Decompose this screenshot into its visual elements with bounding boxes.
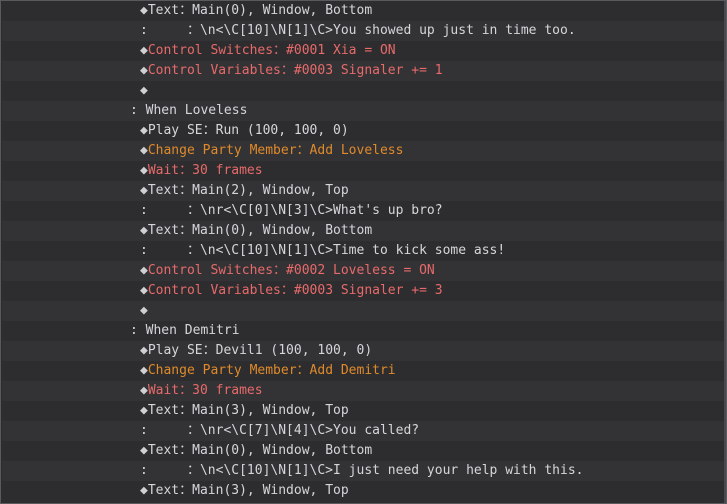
command-line: ◆Text：Main(0), Window, Bottom xyxy=(140,1,372,21)
command-row[interactable]: : ：\n<\C[10]\N[1]\C>You showed up just i… xyxy=(2,21,725,41)
event-command-list[interactable]: ◆Text：Main(0), Window, Bottom: ：\n<\C[10… xyxy=(0,0,727,504)
command-row[interactable]: : When Loveless xyxy=(2,101,725,121)
command-row[interactable]: : ：\nr<\C[7]\N[4]\C>You called? xyxy=(2,421,725,441)
diamond-icon: ◆ xyxy=(140,283,148,298)
command-row[interactable]: ◆Text：Main(3), Window, Top xyxy=(2,481,725,501)
command-line: ◆Change Party Member：Add Demitri xyxy=(140,361,396,381)
command-text: Text：Main(3), Window, Top xyxy=(147,483,349,498)
command-continuation: : ：\nr<\C[0]\N[3]\C>What's up bro? xyxy=(140,203,443,218)
command-line: ◆Control Variables：#0003 Signaler += 3 xyxy=(140,281,443,301)
command-text: Play SE：Devil1 (100, 100, 0) xyxy=(147,343,373,358)
command-text: Control Switches：#0001 Xia = ON xyxy=(147,43,396,58)
command-line: ◆Control Switches：#0002 Loveless = ON xyxy=(140,261,435,281)
command-row[interactable]: ◆Text：Main(2), Window, Top xyxy=(2,181,725,201)
command-text: Play SE：Run (100, 100, 0) xyxy=(147,123,349,138)
diamond-icon: ◆ xyxy=(140,363,148,378)
command-continuation: : ：\n<\C[10]\N[1]\C>I just need your hel… xyxy=(140,463,584,478)
command-text: Text：Main(0), Window, Bottom xyxy=(147,3,373,18)
diamond-icon: ◆ xyxy=(140,383,148,398)
command-line: ◆Text：Main(2), Window, Top xyxy=(140,181,349,201)
command-row[interactable]: ◆Change Party Member：Add Loveless xyxy=(2,141,725,161)
command-continuation: : ：\nr<\C[7]\N[4]\C>You called? xyxy=(140,423,420,438)
command-row[interactable]: : When Demitri xyxy=(2,321,725,341)
command-line: ◆ xyxy=(140,81,148,101)
command-row[interactable]: ◆Text：Main(0), Window, Bottom xyxy=(2,221,725,241)
command-row[interactable]: ◆Control Switches：#0001 Xia = ON xyxy=(2,41,725,61)
command-row[interactable]: ◆ xyxy=(2,81,725,101)
command-row[interactable]: ◆Text：Main(3), Window, Top xyxy=(2,401,725,421)
command-line: ◆Play SE：Run (100, 100, 0) xyxy=(140,121,349,141)
command-text: Change Party Member：Add Demitri xyxy=(147,363,396,378)
diamond-icon: ◆ xyxy=(140,163,148,178)
command-text: Wait：30 frames xyxy=(147,163,263,178)
command-line: ◆Text：Main(0), Window, Bottom xyxy=(140,441,372,461)
scrollbar-edge[interactable] xyxy=(724,1,726,503)
command-line: ◆Play SE：Devil1 (100, 100, 0) xyxy=(140,341,372,361)
command-row[interactable]: ◆Control Variables：#0003 Signaler += 3 xyxy=(2,281,725,301)
command-text: Control Variables：#0003 Signaler += 3 xyxy=(147,283,443,298)
diamond-icon: ◆ xyxy=(140,43,148,58)
command-row[interactable]: ◆Control Switches：#0002 Loveless = ON xyxy=(2,261,725,281)
diamond-icon: ◆ xyxy=(140,143,148,158)
command-row[interactable]: : ：\nr<\C[0]\N[3]\C>What's up bro? xyxy=(2,201,725,221)
diamond-icon: ◆ xyxy=(140,83,148,98)
diamond-icon: ◆ xyxy=(140,483,148,498)
command-text: Text：Main(2), Window, Top xyxy=(147,183,349,198)
command-text: Text：Main(0), Window, Bottom xyxy=(147,443,373,458)
command-text: Text：Main(3), Window, Top xyxy=(147,403,349,418)
command-text: Control Switches：#0002 Loveless = ON xyxy=(147,263,435,278)
diamond-icon: ◆ xyxy=(140,3,148,18)
command-line: ◆Wait：30 frames xyxy=(140,161,263,181)
command-row[interactable]: ◆Text：Main(0), Window, Bottom xyxy=(2,1,725,21)
command-text: Change Party Member：Add Loveless xyxy=(147,143,404,158)
command-continuation: : ：\n<\C[10]\N[1]\C>You showed up just i… xyxy=(140,23,576,38)
branch-label: : When Loveless xyxy=(130,103,248,118)
command-row[interactable]: ◆Control Variables：#0003 Signaler += 1 xyxy=(2,61,725,81)
diamond-icon: ◆ xyxy=(140,403,148,418)
command-line: ◆Control Switches：#0001 Xia = ON xyxy=(140,41,396,61)
command-row[interactable]: ◆Play SE：Devil1 (100, 100, 0) xyxy=(2,341,725,361)
command-line: ◆Change Party Member：Add Loveless xyxy=(140,141,403,161)
command-row[interactable]: ◆Text：Main(0), Window, Bottom xyxy=(2,441,725,461)
command-text: Control Variables：#0003 Signaler += 1 xyxy=(147,63,443,78)
command-row[interactable]: ◆Wait：30 frames xyxy=(2,161,725,181)
command-row[interactable]: ◆Change Party Member：Add Demitri xyxy=(2,361,725,381)
diamond-icon: ◆ xyxy=(140,263,148,278)
command-line: ◆Text：Main(3), Window, Top xyxy=(140,401,349,421)
command-row[interactable]: ◆Wait：30 frames xyxy=(2,381,725,401)
command-row[interactable]: ◆ xyxy=(2,301,725,321)
diamond-icon: ◆ xyxy=(140,303,148,318)
diamond-icon: ◆ xyxy=(140,63,148,78)
branch-label: : When Demitri xyxy=(130,323,240,338)
command-text: Text：Main(0), Window, Bottom xyxy=(147,223,373,238)
diamond-icon: ◆ xyxy=(140,443,148,458)
command-continuation: : ：\n<\C[10]\N[1]\C>Time to kick some as… xyxy=(140,243,506,258)
command-rows: ◆Text：Main(0), Window, Bottom: ：\n<\C[10… xyxy=(2,1,725,501)
command-row[interactable]: : ：\n<\C[10]\N[1]\C>I just need your hel… xyxy=(2,461,725,481)
command-line: ◆Wait：30 frames xyxy=(140,381,263,401)
diamond-icon: ◆ xyxy=(140,223,148,238)
command-line: ◆Text：Main(3), Window, Top xyxy=(140,481,349,501)
command-line: ◆Text：Main(0), Window, Bottom xyxy=(140,221,372,241)
diamond-icon: ◆ xyxy=(140,123,148,138)
diamond-icon: ◆ xyxy=(140,183,148,198)
command-text: Wait：30 frames xyxy=(147,383,263,398)
command-row[interactable]: : ：\n<\C[10]\N[1]\C>Time to kick some as… xyxy=(2,241,725,261)
diamond-icon: ◆ xyxy=(140,343,148,358)
command-row[interactable]: ◆Play SE：Run (100, 100, 0) xyxy=(2,121,725,141)
command-line: ◆Control Variables：#0003 Signaler += 1 xyxy=(140,61,443,81)
command-line: ◆ xyxy=(140,301,148,321)
